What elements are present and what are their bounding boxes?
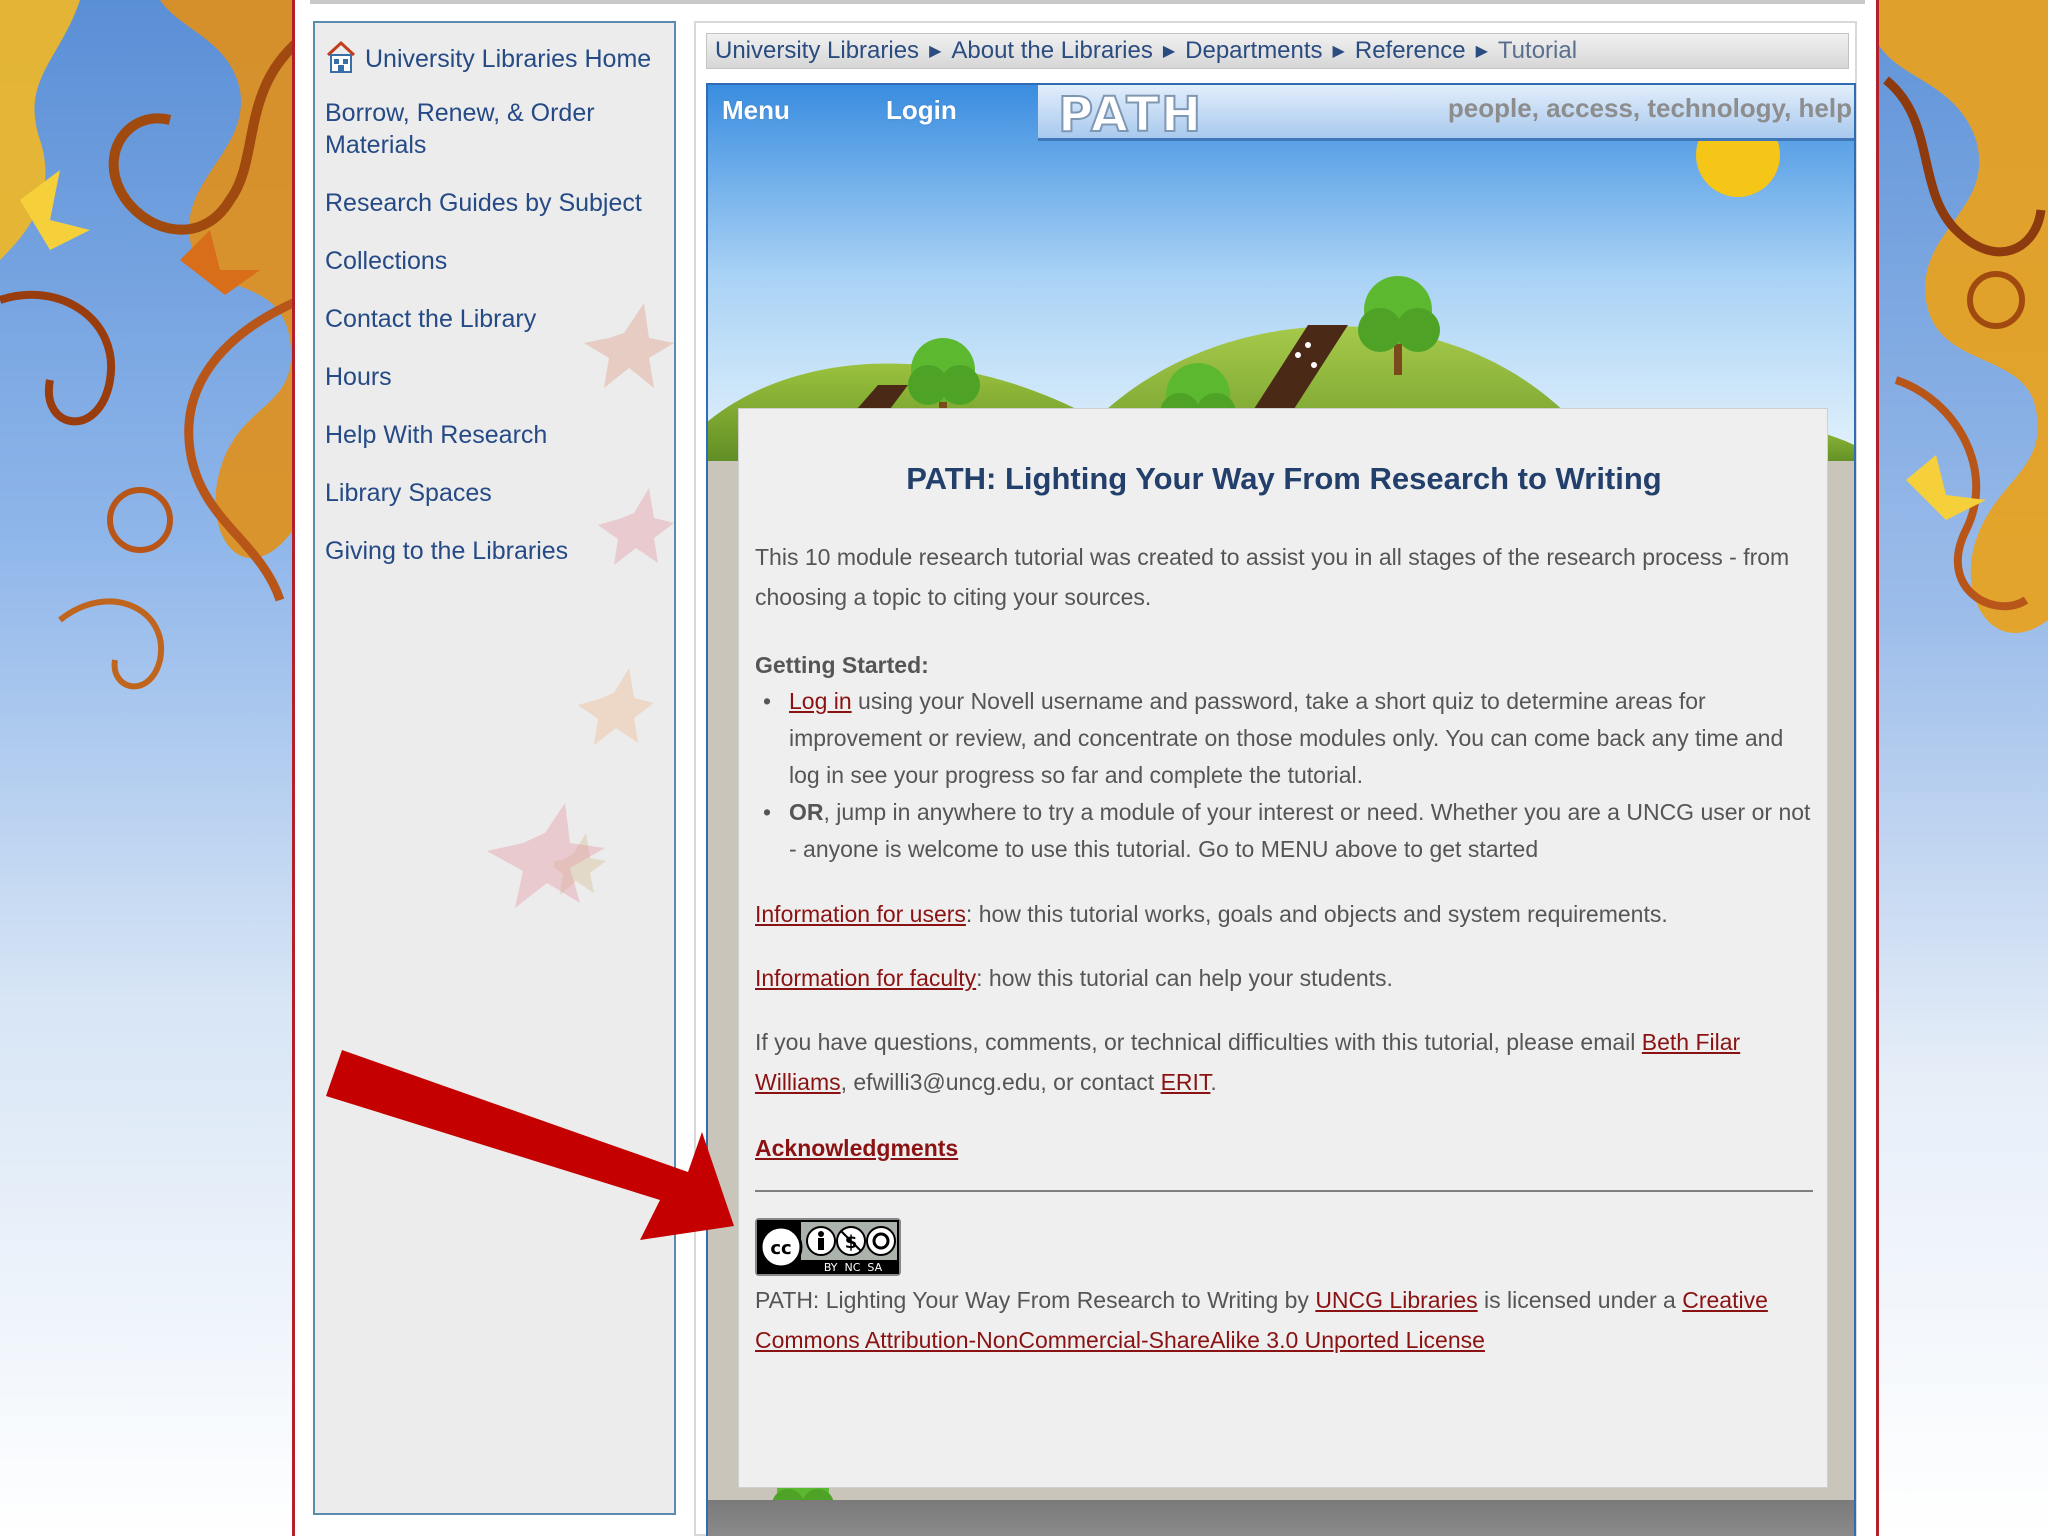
svg-text:cc: cc xyxy=(770,1238,791,1259)
info-users-text: : how this tutorial works, goals and obj… xyxy=(965,901,1668,927)
sidebar-item-borrow-renew-order[interactable]: Borrow, Renew, & Order Materials xyxy=(325,97,615,161)
home-icon xyxy=(325,39,357,75)
main-content: University Libraries ▶ About the Librari… xyxy=(694,21,1857,1536)
breadcrumb: University Libraries ▶ About the Librari… xyxy=(706,33,1849,69)
sidebar-item-home[interactable]: University Libraries Home xyxy=(325,39,664,75)
contact-paragraph: If you have questions, comments, or tech… xyxy=(755,1022,1813,1102)
list-item: • Log in using your Novell username and … xyxy=(755,683,1813,794)
cc-by-nc-sa-icon: cc $ BY NC SA xyxy=(757,1220,899,1274)
login-link[interactable]: Log in xyxy=(789,688,852,714)
license-paragraph: PATH: Lighting Your Way From Research to… xyxy=(755,1280,1813,1360)
path-banner: PATH people, access, technology, help xyxy=(1038,85,1854,144)
contact-text: If you have questions, comments, or tech… xyxy=(755,1029,1642,1055)
breadcrumb-departments[interactable]: Departments xyxy=(1185,37,1322,65)
breadcrumb-arrow-icon: ▶ xyxy=(1162,43,1176,60)
acknowledgments-link[interactable]: Acknowledgments xyxy=(755,1135,958,1161)
contact-text: , efwilli3@uncg.edu, or contact xyxy=(840,1069,1161,1095)
breadcrumb-arrow-icon: ▶ xyxy=(1475,43,1488,60)
creative-commons-badge[interactable]: cc $ BY NC SA xyxy=(755,1218,901,1276)
leaf-swirl-decoration xyxy=(0,0,300,690)
red-arrow-annotation-icon xyxy=(326,1050,734,1240)
license-text: PATH: Lighting Your Way From Research to… xyxy=(755,1287,1316,1313)
page-title: PATH: Lighting Your Way From Research to… xyxy=(906,461,1662,496)
ground-strip xyxy=(708,1500,1854,1536)
bullet-icon: • xyxy=(763,799,772,825)
breadcrumb-reference[interactable]: Reference xyxy=(1355,37,1466,65)
path-tagline: people, access, technology, help xyxy=(1447,93,1852,123)
acknowledgments-paragraph: Acknowledgments xyxy=(755,1128,1813,1168)
sidebar-nav: University Libraries Home Borrow, Renew,… xyxy=(313,21,676,1515)
leaf-swirl-decoration xyxy=(1876,0,2048,633)
bullet-icon: • xyxy=(763,688,772,714)
license-text: is licensed under a xyxy=(1477,1287,1683,1313)
contact-text: . xyxy=(1210,1069,1217,1095)
divider xyxy=(755,1190,1813,1192)
info-faculty-text: : how this tutorial can help your studen… xyxy=(976,965,1393,991)
info-faculty-link[interactable]: Information for faculty xyxy=(755,965,976,991)
svg-text:$: $ xyxy=(845,1232,858,1253)
breadcrumb-about-libraries[interactable]: About the Libraries xyxy=(951,37,1152,65)
or-label: OR xyxy=(789,799,824,825)
nav-menu-link[interactable]: Menu xyxy=(722,95,790,126)
list-item-text: using your Novell username and password,… xyxy=(789,688,1784,788)
autumn-background-right xyxy=(1876,0,2048,1536)
top-divider xyxy=(310,0,1865,4)
getting-started-list: • Log in using your Novell username and … xyxy=(755,683,1813,868)
erit-link[interactable]: ERIT xyxy=(1161,1069,1211,1095)
path-logo: PATH xyxy=(1057,86,1204,144)
sidebar-item-collections[interactable]: Collections xyxy=(325,245,664,277)
faded-leaf-decoration xyxy=(487,803,605,908)
info-users-link[interactable]: Information for users xyxy=(755,901,966,927)
list-item-text: , jump in anywhere to try a module of yo… xyxy=(789,799,1811,862)
breadcrumb-arrow-icon: ▶ xyxy=(1332,43,1345,60)
breadcrumb-tutorial: Tutorial xyxy=(1497,37,1578,64)
breadcrumb-arrow-icon: ▶ xyxy=(929,43,942,60)
autumn-background-left xyxy=(0,0,300,1536)
info-faculty-paragraph: Information for faculty: how this tutori… xyxy=(755,958,1813,998)
path-tutorial-frame: Menu Login PATH people, access, technolo… xyxy=(706,83,1856,1536)
content-panel: PATH: Lighting Your Way From Research to… xyxy=(738,408,1828,1488)
getting-started-heading: Getting Started: xyxy=(755,652,929,678)
breadcrumb-university-libraries[interactable]: University Libraries xyxy=(715,37,919,65)
uncg-libraries-link[interactable]: UNCG Libraries xyxy=(1315,1287,1477,1313)
nav-login-link[interactable]: Login xyxy=(886,95,957,126)
svg-text:BY NC SA: BY NC SA xyxy=(824,1261,883,1274)
info-users-paragraph: Information for users: how this tutorial… xyxy=(755,894,1813,934)
sidebar-item-label: University Libraries Home xyxy=(365,45,652,73)
sidebar-item-research-guides[interactable]: Research Guides by Subject xyxy=(325,187,664,219)
list-item: • OR, jump in anywhere to try a module o… xyxy=(755,794,1813,868)
intro-text: This 10 module research tutorial was cre… xyxy=(755,544,1790,610)
